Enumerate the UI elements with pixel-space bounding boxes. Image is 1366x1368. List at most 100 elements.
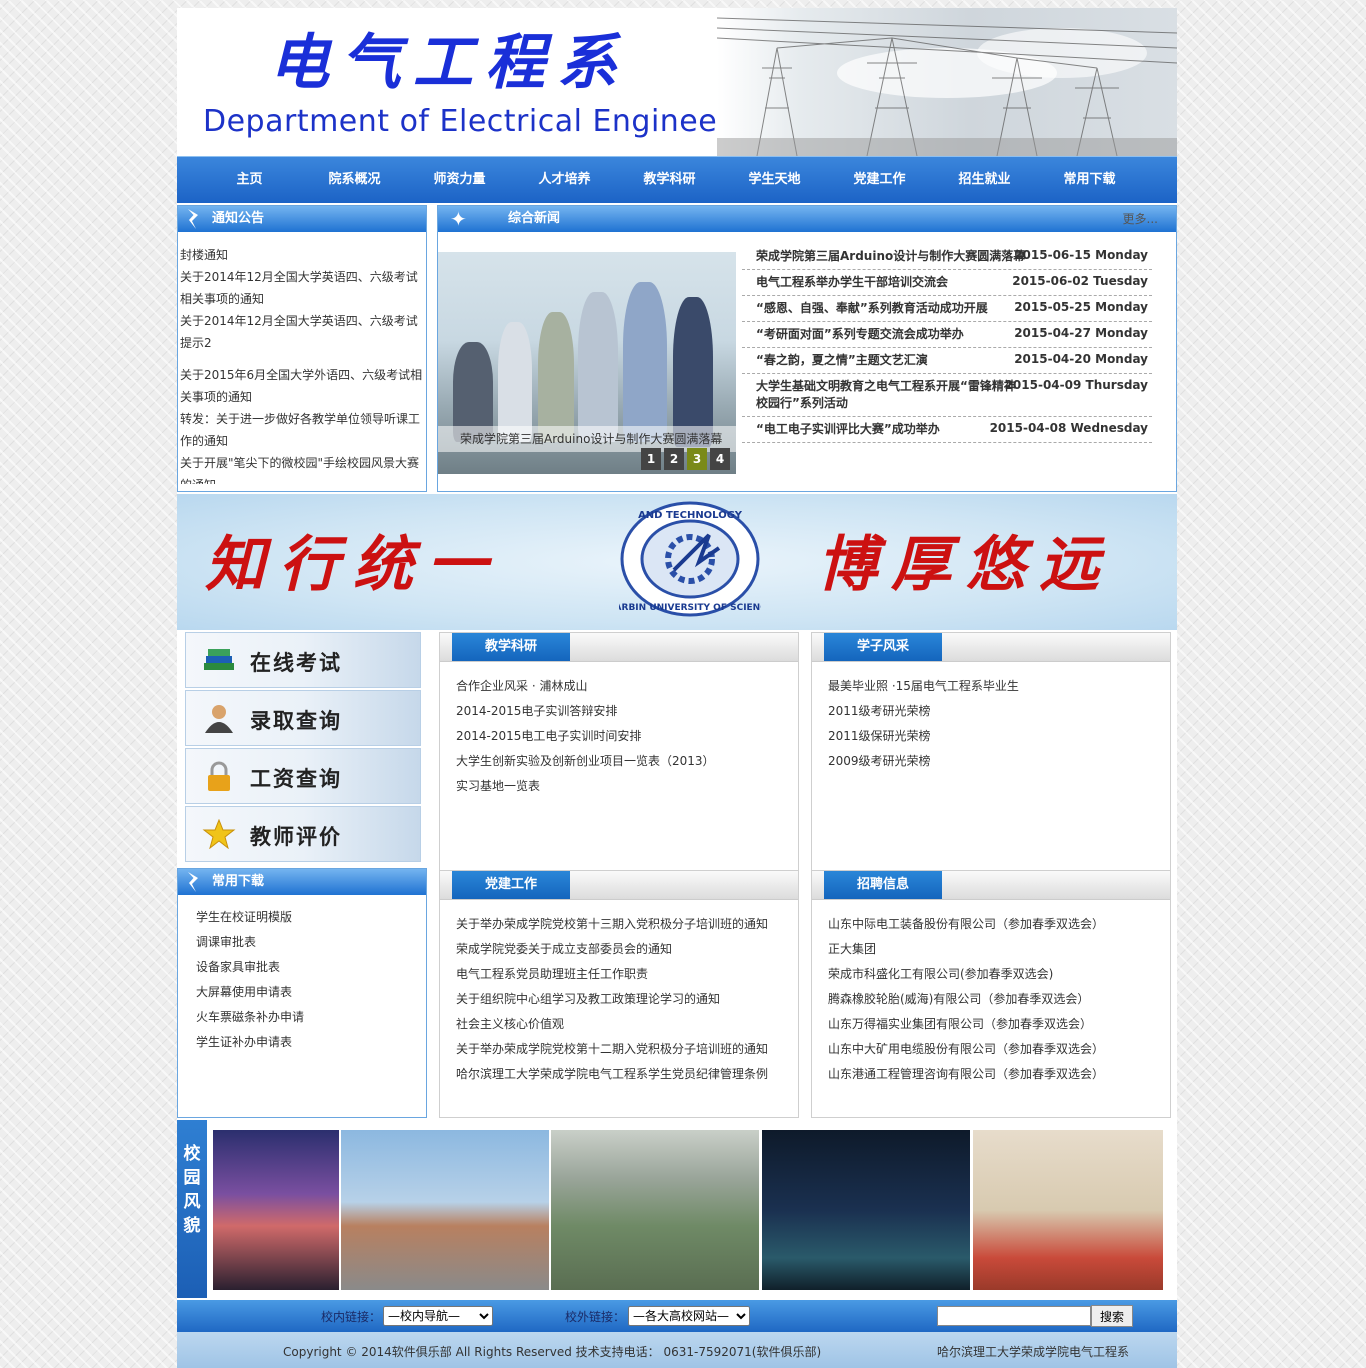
list-item[interactable]: 山东港通工程管理咨询有限公司（参加春季双选会）	[828, 1062, 1170, 1087]
nav-party[interactable]: 党建工作	[827, 157, 932, 203]
slide-page-3[interactable]: 3	[687, 448, 707, 470]
notice-title: 通知公告	[212, 211, 265, 226]
notice-item[interactable]: 关于2014年12月全国大学英语四、六级考试提示2	[180, 310, 424, 354]
nav-faculty[interactable]: 师资力量	[407, 157, 512, 203]
flag-icon	[188, 209, 198, 229]
slide-page-2[interactable]: 2	[664, 448, 684, 470]
list-item[interactable]: 山东中际电工装备股份有限公司（参加春季双选会）	[828, 912, 1170, 937]
news-row[interactable]: 大学生基础文明教育之电气工程系开展“雷锋精神校园行”系列活动 2015-04-09…	[742, 374, 1152, 417]
news-row[interactable]: 电气工程系举办学生干部培训交流会 2015-06-02 Tuesday	[742, 270, 1152, 296]
news-row-title[interactable]: 电气工程系举办学生干部培训交流会	[756, 274, 1026, 291]
list-item[interactable]: 山东中大矿用电缆股份有限公司（参加春季双选会）	[828, 1037, 1170, 1062]
news-row-date: 2015-04-09 Thursday	[1004, 378, 1148, 392]
student-style-header: 学子风采	[812, 633, 1170, 662]
list-item[interactable]: 关于举办荣成学院党校第十二期入党积极分子培训班的通知	[456, 1037, 798, 1062]
student-style-tab[interactable]: 学子风采	[824, 633, 942, 661]
news-slideshow[interactable]: 荣成学院第三届Arduino设计与制作大赛圆满落幕 1 2 3 4	[438, 252, 736, 474]
nav-home[interactable]: 主页	[197, 157, 302, 203]
list-item[interactable]: 山东万得福实业集团有限公司（参加春季双选会）	[828, 1012, 1170, 1037]
list-item[interactable]: 哈尔滨理工大学荣成学院电气工程系学生党员纪律管理条例	[456, 1062, 798, 1087]
slide-page-1[interactable]: 1	[641, 448, 661, 470]
list-item[interactable]: 荣成市科盛化工有限公司(参加春季双选会)	[828, 962, 1170, 987]
list-item[interactable]: 社会主义核心价值观	[456, 1012, 798, 1037]
news-row-title[interactable]: 荣成学院第三届Arduino设计与制作大赛圆满落幕	[756, 248, 1026, 265]
campus-photo-sunset[interactable]	[213, 1130, 339, 1290]
list-item[interactable]: 电气工程系党员助理班主任工作职责	[456, 962, 798, 987]
teaching-research-header: 教学科研	[440, 633, 798, 662]
news-row-title[interactable]: “电工电子实训评比大赛”成功举办	[756, 421, 1026, 438]
news-row[interactable]: “电工电子实训评比大赛”成功举办 2015-04-08 Wednesday	[742, 417, 1152, 443]
seal-text-top: AND TECHNOLOGY	[638, 510, 743, 521]
downloads-panel-header: 常用下载	[178, 869, 426, 895]
news-row[interactable]: “考研面对面”系列专题交流会成功举办 2015-04-27 Monday	[742, 322, 1152, 348]
salary-query-label: 工资查询	[250, 767, 342, 791]
search-button[interactable]: 搜索	[1091, 1305, 1133, 1327]
party-work-block: 党建工作 关于举办荣成学院党校第十三期入党积极分子培训班的通知 荣成学院党委关于…	[439, 870, 799, 1118]
campus-photo-gate[interactable]	[341, 1130, 549, 1290]
nav-research[interactable]: 教学科研	[617, 157, 722, 203]
org-name: 哈尔滨理工大学荣成学院电气工程系	[936, 1345, 1129, 1359]
outer-links-label: 校外链接：	[565, 1310, 626, 1324]
list-item[interactable]: 2011级考研光荣榜	[828, 699, 1170, 724]
download-item[interactable]: 设备家具审批表	[196, 955, 426, 980]
campus-photo-night[interactable]	[762, 1130, 970, 1290]
list-item[interactable]: 2014-2015电工电子实训时间安排	[456, 724, 798, 749]
outer-links-select[interactable]: —各大高校网站—	[628, 1306, 750, 1326]
teaching-research-tab[interactable]: 教学科研	[452, 633, 570, 661]
search-input[interactable]	[937, 1306, 1091, 1326]
admission-query-button[interactable]: 录取查询	[185, 690, 421, 746]
nav-about[interactable]: 院系概况	[302, 157, 407, 203]
list-item[interactable]: 正大集团	[828, 937, 1170, 962]
nav-admission[interactable]: 招生就业	[932, 157, 1037, 203]
news-row-title[interactable]: “春之韵，夏之情”主题文艺汇演	[756, 352, 1026, 369]
news-more-link[interactable]: 更多...	[1123, 206, 1158, 232]
list-item[interactable]: 最美毕业照 ·15届电气工程系毕业生	[828, 674, 1170, 699]
recruitment-tab[interactable]: 招聘信息	[824, 871, 942, 899]
campus-photo-aerial[interactable]	[551, 1130, 759, 1290]
online-exam-button[interactable]: 在线考试	[185, 632, 421, 688]
list-item[interactable]: 2011级保研光荣榜	[828, 724, 1170, 749]
list-item[interactable]: 荣成学院党委关于成立支部委员会的通知	[456, 937, 798, 962]
news-row-date: 2015-04-20 Monday	[1014, 352, 1148, 366]
download-item[interactable]: 学生在校证明模版	[196, 905, 426, 930]
news-row-title[interactable]: “考研面对面”系列专题交流会成功举办	[756, 326, 1026, 343]
news-row-title[interactable]: 大学生基础文明教育之电气工程系开展“雷锋精神校园行”系列活动	[756, 378, 1026, 412]
list-item[interactable]: 2014-2015电子实训答辩安排	[456, 699, 798, 724]
news-row[interactable]: “感恩、自强、奉献”系列教育活动成功开展 2015-05-25 Monday	[742, 296, 1152, 322]
download-item[interactable]: 学生证补办申请表	[196, 1030, 426, 1055]
nav-students[interactable]: 学生天地	[722, 157, 827, 203]
notice-item[interactable]: 关于2015年6月全国大学外语四、六级考试相关事项的通知	[180, 364, 424, 408]
news-row-title[interactable]: “感恩、自强、奉献”系列教育活动成功开展	[756, 300, 1026, 317]
salary-query-button[interactable]: 工资查询	[185, 748, 421, 804]
download-item[interactable]: 大屏幕使用申请表	[196, 980, 426, 1005]
download-item[interactable]: 调课审批表	[196, 930, 426, 955]
news-row[interactable]: 荣成学院第三届Arduino设计与制作大赛圆满落幕 2015-06-15 Mond…	[742, 244, 1152, 270]
list-item[interactable]: 合作企业风采 · 浦林成山	[456, 674, 798, 699]
download-item[interactable]: 火车票磁条补办申请	[196, 1005, 426, 1030]
list-item[interactable]: 腾森橡胶轮胎(威海)有限公司（参加春季双选会）	[828, 987, 1170, 1012]
news-row[interactable]: “春之韵，夏之情”主题文艺汇演 2015-04-20 Monday	[742, 348, 1152, 374]
slide-page-4[interactable]: 4	[710, 448, 730, 470]
nav-training[interactable]: 人才培养	[512, 157, 617, 203]
teaching-research-block: 教学科研 合作企业风采 · 浦林成山 2014-2015电子实训答辩安排 201…	[439, 632, 799, 872]
inner-links-select[interactable]: —校内导航—	[383, 1306, 493, 1326]
list-item[interactable]: 大学生创新实验及创新创业项目一览表（2013）	[456, 749, 798, 774]
news-row-date: 2015-04-08 Wednesday	[989, 421, 1148, 435]
campus-photo-foggy-road[interactable]	[973, 1130, 1163, 1290]
party-work-tab[interactable]: 党建工作	[452, 871, 570, 899]
nav-downloads[interactable]: 常用下载	[1037, 157, 1142, 203]
notice-item[interactable]: 转发：关于进一步做好各教学单位领导听课工作的通知	[180, 408, 424, 452]
notice-item[interactable]: 封楼通知	[180, 244, 424, 266]
party-work-header: 党建工作	[440, 871, 798, 900]
notice-item[interactable]: 关于开展"笔尖下的微校园"手绘校园风景大赛的通知	[180, 452, 424, 484]
lock-icon	[208, 761, 230, 791]
notice-item[interactable]: 关于2014年12月全国大学英语四、六级考试相关事项的通知	[180, 266, 424, 310]
teacher-evaluation-button[interactable]: 教师评价	[185, 806, 421, 862]
list-item[interactable]: 实习基地一览表	[456, 774, 798, 799]
list-item[interactable]: 关于举办荣成学院党校第十三期入党积极分子培训班的通知	[456, 912, 798, 937]
news-row-date: 2015-06-02 Tuesday	[1012, 274, 1148, 288]
list-item[interactable]: 2009级考研光荣榜	[828, 749, 1170, 774]
news-title: 综合新闻	[508, 211, 561, 226]
news-panel: ✦ 综合新闻 更多... 荣成学院第三届Arduino设计与制作大赛圆满落幕 1…	[437, 205, 1177, 492]
list-item[interactable]: 关于组织院中心组学习及教工政策理论学习的通知	[456, 987, 798, 1012]
